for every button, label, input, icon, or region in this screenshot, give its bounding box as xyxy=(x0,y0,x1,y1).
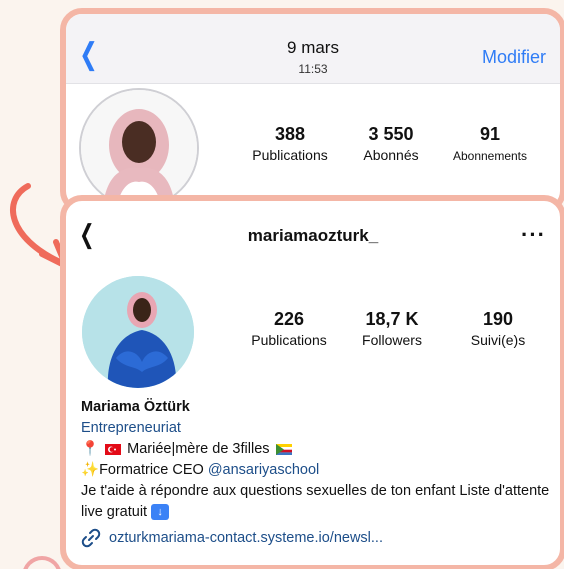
stat-suivies[interactable]: 190 Suivi(e)s xyxy=(458,309,538,348)
stat-label: Abonnés xyxy=(363,147,419,163)
stat-abonnements[interactable]: 91 Abonnements xyxy=(442,124,538,163)
profile-bio: Mariama Öztürk Entrepreneuriat 📍 Mariée|… xyxy=(81,397,556,523)
top-header: ❮ 9 mars 11:53 Modifier xyxy=(66,14,560,84)
bio-line-1: 📍 Mariée|mère de 3filles xyxy=(81,439,556,460)
more-icon[interactable]: ··· xyxy=(521,222,546,248)
stat-label: Publications xyxy=(251,332,327,348)
profile-before-card: ❮ 9 mars 11:53 Modifier 388 Publications… xyxy=(60,8,564,213)
avatar[interactable] xyxy=(82,276,194,388)
stat-label: Followers xyxy=(362,332,422,348)
bio-line-2: ✨Formatrice CEO @ansariyaschool xyxy=(81,460,556,481)
profile-link[interactable]: ozturkmariama-contact.systeme.io/newsl..… xyxy=(81,528,383,548)
profile-category: Entrepreneuriat xyxy=(81,420,181,436)
bio-line-1-text: Mariée|mère de 3filles xyxy=(127,441,270,457)
mention-link[interactable]: @ansariyaschool xyxy=(208,462,319,478)
link-icon xyxy=(81,528,101,548)
stat-label: Abonnements xyxy=(452,149,528,163)
profile-link-text[interactable]: ozturkmariama-contact.systeme.io/newsl..… xyxy=(109,530,383,546)
turkey-flag-icon xyxy=(105,443,122,455)
arrow-down-icon: ↓ xyxy=(151,504,170,521)
avatar[interactable] xyxy=(79,88,199,207)
comoros-flag-icon xyxy=(275,443,292,455)
decorative-shape xyxy=(22,556,62,569)
stat-publications[interactable]: 388 Publications xyxy=(246,124,334,163)
stat-number: 18,7 K xyxy=(365,309,419,329)
profile-after-card: ❮ mariamaozturk_ ··· 226 Publications 18… xyxy=(60,195,564,569)
stat-number: 388 xyxy=(274,124,306,144)
bio-line-3: Je t'aide à répondre aux questions sexue… xyxy=(81,481,556,523)
stat-number: 91 xyxy=(479,124,501,144)
stat-followers[interactable]: 18,7 K Followers xyxy=(354,309,430,348)
modify-button[interactable]: Modifier xyxy=(482,47,546,68)
stat-label: Publications xyxy=(252,147,328,163)
pin-icon: 📍 xyxy=(81,441,100,457)
stat-number: 190 xyxy=(482,309,514,329)
avatar-portrait xyxy=(82,276,194,388)
stat-number: 226 xyxy=(273,309,305,329)
bio-line-2-text: Formatrice CEO xyxy=(99,462,208,478)
stat-label: Suivi(e)s xyxy=(470,332,526,348)
avatar-portrait xyxy=(81,90,197,206)
stat-number: 3 550 xyxy=(368,124,414,144)
stat-abonnes[interactable]: 3 550 Abonnés xyxy=(352,124,430,163)
profile-username: mariamaozturk_ xyxy=(247,226,379,245)
profile-name: Mariama Öztürk xyxy=(81,399,190,415)
sparkles-icon: ✨ xyxy=(81,462,100,478)
stat-publications[interactable]: 226 Publications xyxy=(244,309,334,348)
